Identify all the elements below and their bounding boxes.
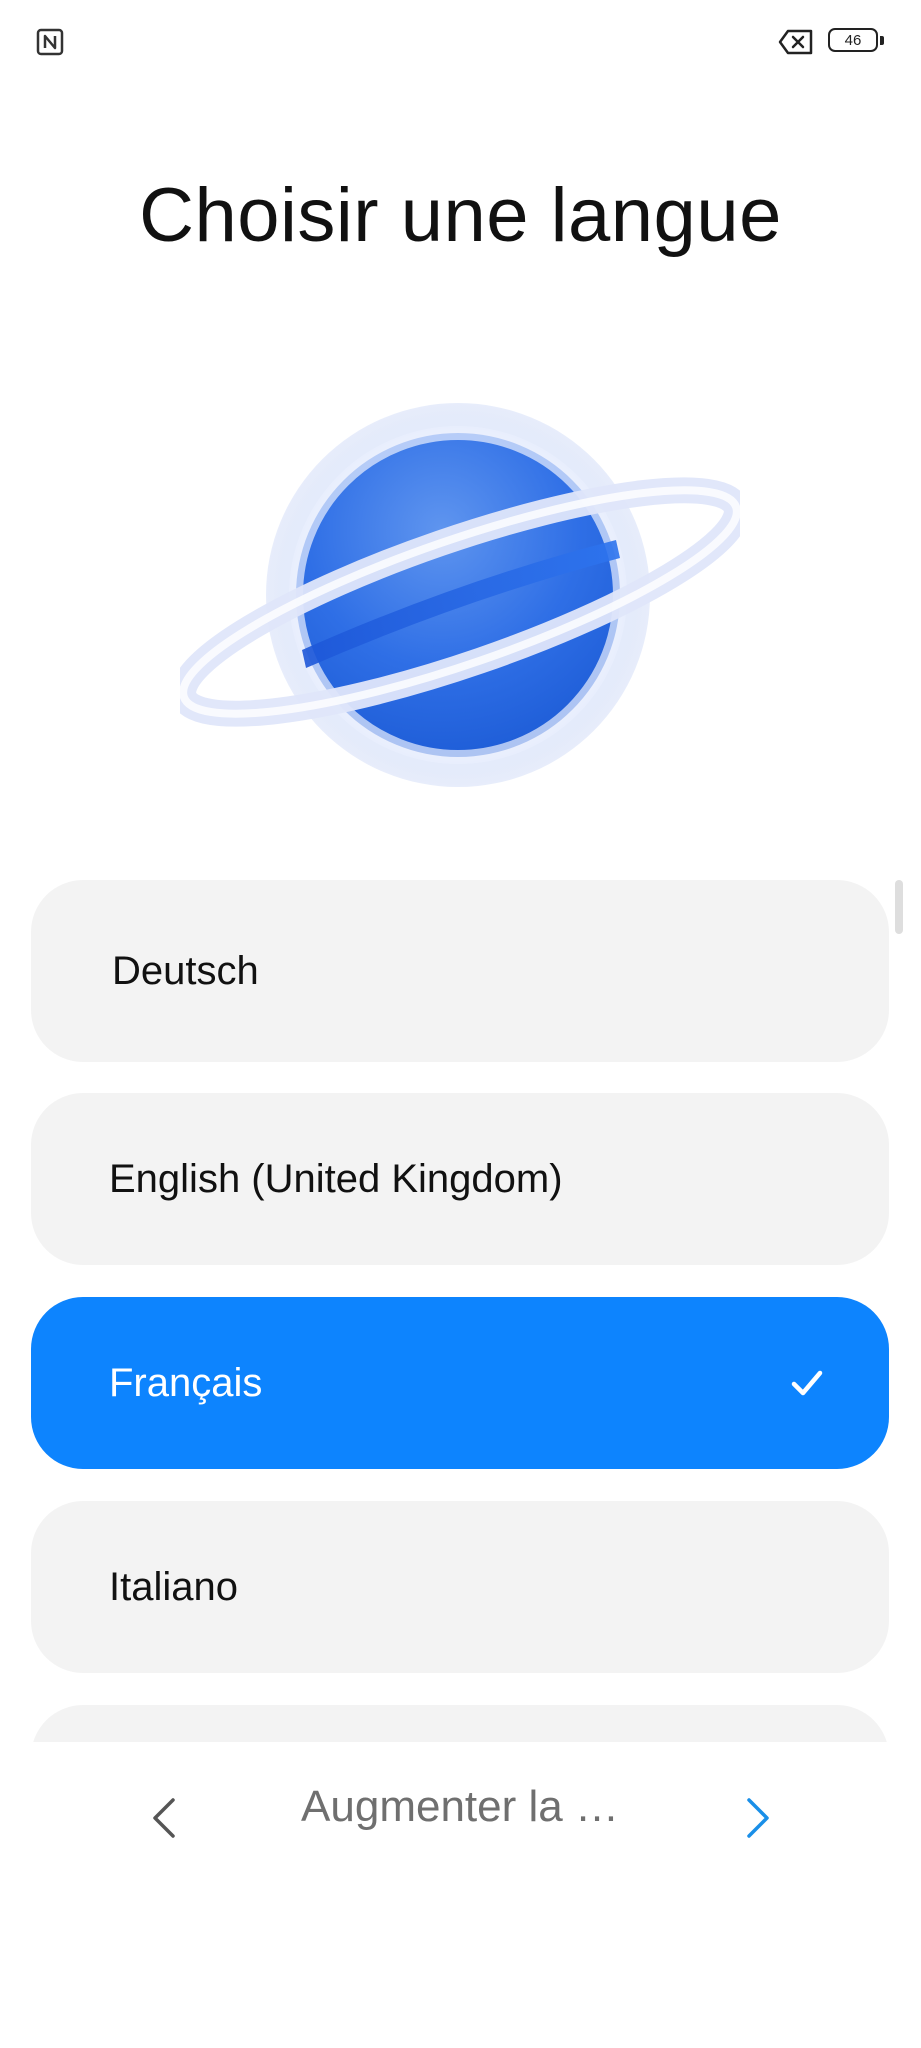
language-option-english-uk[interactable]: English (United Kingdom) xyxy=(31,1093,889,1265)
language-option-deutsch[interactable]: Deutsch xyxy=(31,880,889,1062)
language-list: Deutsch English (United Kingdom) Françai… xyxy=(31,880,889,1742)
language-label: Deutsch xyxy=(112,948,259,993)
list-scrollbar[interactable] xyxy=(895,880,903,934)
planet-illustration xyxy=(180,403,740,787)
next-button[interactable] xyxy=(730,1790,786,1846)
language-label: English (United Kingdom) xyxy=(109,1156,563,1201)
nfc-icon xyxy=(36,28,64,56)
chevron-right-icon xyxy=(747,1798,769,1838)
no-sim-icon xyxy=(778,29,813,55)
check-icon xyxy=(791,1370,823,1396)
language-option-partial[interactable] xyxy=(31,1705,889,1742)
bottom-navigation: Augmenter la … xyxy=(0,1742,921,1882)
chevron-left-icon xyxy=(153,1798,175,1838)
status-bar: 46 xyxy=(0,0,921,84)
battery-level: 46 xyxy=(828,28,878,52)
language-option-italiano[interactable]: Italiano xyxy=(31,1501,889,1673)
language-option-francais[interactable]: Français xyxy=(31,1297,889,1469)
language-label: Français xyxy=(109,1360,263,1405)
page-title: Choisir une langue xyxy=(139,173,782,258)
battery-tip xyxy=(880,36,884,45)
back-button[interactable] xyxy=(136,1790,192,1846)
battery-indicator: 46 xyxy=(828,28,886,56)
language-label: Italiano xyxy=(109,1564,238,1609)
accessibility-option-label[interactable]: Augmenter la … xyxy=(260,1782,660,1832)
